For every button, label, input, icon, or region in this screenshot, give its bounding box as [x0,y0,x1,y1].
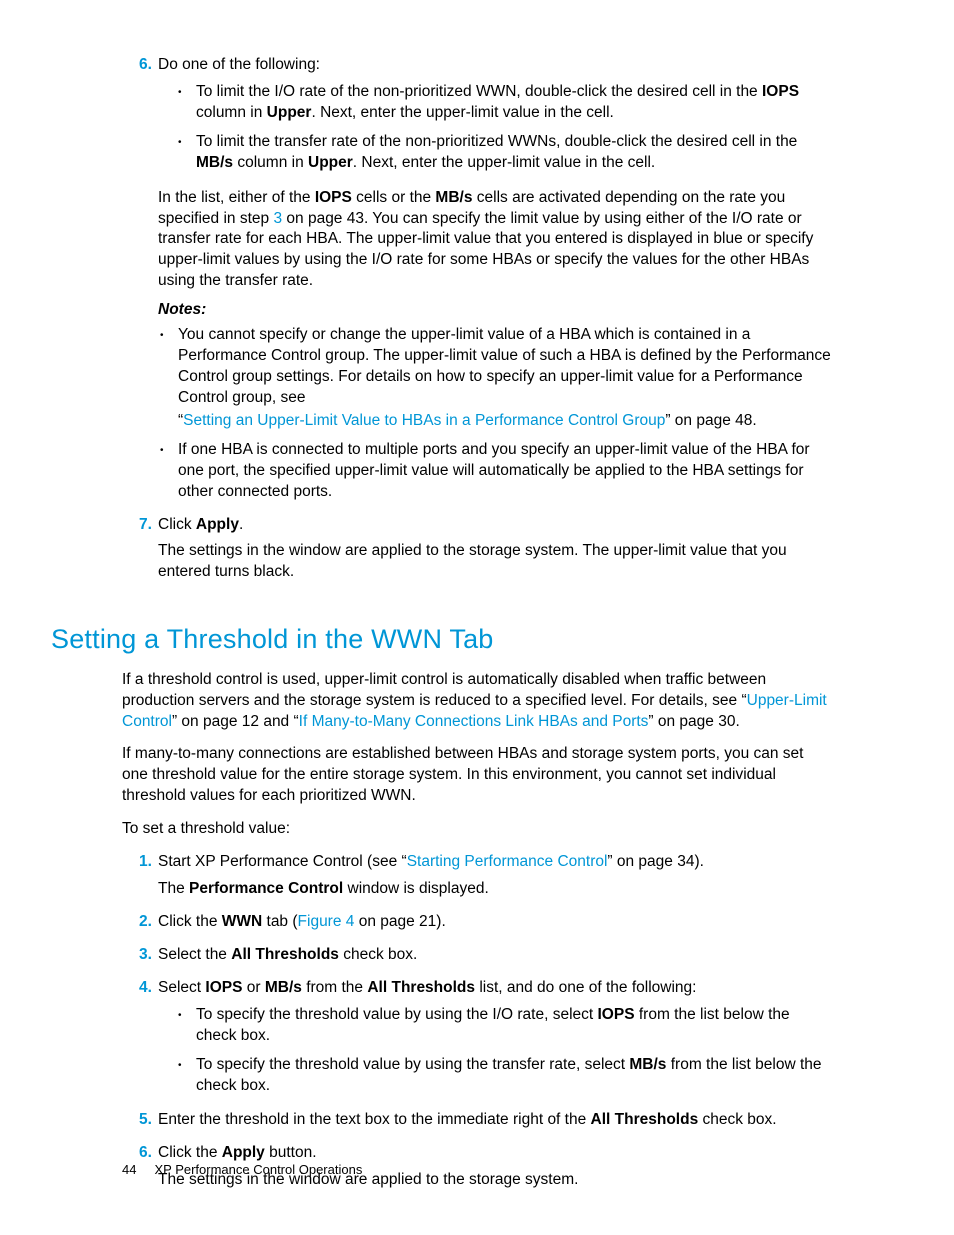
step-number: 5. [122,1110,158,1137]
step-text: The settings in the window are applied t… [158,541,832,583]
bullet-item: • To specify the threshold value by usin… [178,1055,832,1099]
body-paragraph: If many-to-many connections are establis… [122,744,832,807]
crossref-link[interactable]: If Many-to-Many Connections Link HBAs an… [299,713,649,730]
section-heading: Setting a Threshold in the WWN Tab [51,621,832,657]
step-number: 7. [122,515,158,590]
bullet-item: • To specify the threshold value by usin… [178,1005,832,1049]
bullet-icon: • [160,325,178,434]
bullet-icon: • [178,82,196,126]
step-text: Click the WWN tab (Figure 4 on page 21). [158,912,832,933]
bullet-text: To specify the threshold value by using … [196,1005,832,1047]
bullet-icon: • [178,1005,196,1049]
crossref-link[interactable]: Figure 4 [298,913,355,930]
step-lead: Do one of the following: [158,55,832,76]
page-footer: 44 XP Performance Control Operations [122,1161,362,1179]
bullet-icon: • [178,132,196,176]
step-2: 2. Click the WWN tab (Figure 4 on page 2… [122,912,832,939]
step-5: 5. Enter the threshold in the text box t… [122,1110,832,1137]
page-number: 44 [122,1162,136,1177]
body-paragraph: If a threshold control is used, upper-li… [122,670,832,733]
bullet-icon: • [178,1055,196,1099]
crossref-link[interactable]: Setting an Upper-Limit Value to HBAs in … [183,412,665,429]
bullet-icon: • [160,440,178,505]
step-number: 1. [122,852,158,906]
step-text: The Performance Control window is displa… [158,879,832,900]
step-text: Enter the threshold in the text box to t… [158,1110,832,1131]
body-paragraph: In the list, either of the IOPS cells or… [158,188,832,293]
step-crossref-link[interactable]: 3 [273,210,282,227]
step-7: 7. Click Apply. The settings in the wind… [122,515,832,590]
step-number: 3. [122,945,158,972]
step-text: Click Apply. [158,515,832,536]
step-number: 2. [122,912,158,939]
bullet-item: • To limit the I/O rate of the non-prior… [178,82,832,126]
bullet-text: To limit the I/O rate of the non-priorit… [196,82,832,124]
page-content: 6. Do one of the following: • To limit t… [122,55,832,1203]
notes-heading: Notes: [158,300,832,321]
note-text: “Setting an Upper-Limit Value to HBAs in… [178,411,832,432]
step-4: 4. Select IOPS or MB/s from the All Thre… [122,978,832,1105]
notes-list: • You cannot specify or change the upper… [140,325,832,504]
crossref-link[interactable]: Starting Performance Control [407,853,608,870]
bullet-text: To specify the threshold value by using … [196,1055,832,1097]
body-paragraph: To set a threshold value: [122,819,832,840]
note-text: You cannot specify or change the upper-l… [178,325,832,409]
bullet-item: • If one HBA is connected to multiple po… [160,440,832,505]
footer-title: XP Performance Control Operations [154,1162,362,1177]
bullet-item: • You cannot specify or change the upper… [160,325,832,434]
note-text: If one HBA is connected to multiple port… [178,440,832,503]
step-3: 3. Select the All Thresholds check box. [122,945,832,972]
step-1: 1. Start XP Performance Control (see “St… [122,852,832,906]
step-text: Start XP Performance Control (see “Start… [158,852,832,873]
step-6: 6. Do one of the following: • To limit t… [122,55,832,182]
step-text: Select the All Thresholds check box. [158,945,832,966]
bullet-text: To limit the transfer rate of the non-pr… [196,132,832,174]
step-number: 4. [122,978,158,1105]
step-text: Select IOPS or MB/s from the All Thresho… [158,978,832,999]
bullet-item: • To limit the transfer rate of the non-… [178,132,832,176]
step-number: 6. [122,55,158,182]
